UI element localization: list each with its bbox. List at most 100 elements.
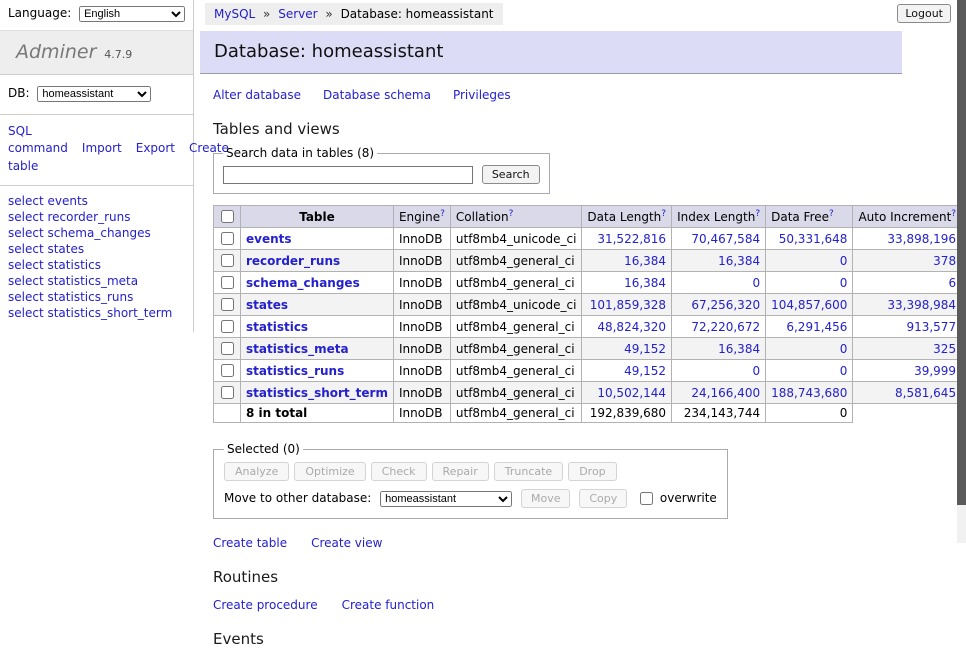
sidebar-menu: SQL commandImportExportCreate table xyxy=(0,115,193,186)
row-checkbox[interactable] xyxy=(221,386,234,399)
data-length-cell: 49,152 xyxy=(582,338,672,360)
help-link[interactable]: ? xyxy=(509,209,514,219)
data-free-cell: 0 xyxy=(766,338,853,360)
move-button[interactable]: Move xyxy=(521,489,571,508)
sidebar-select-table-link[interactable]: select statistics_short_term xyxy=(8,306,185,322)
column-header: Table xyxy=(241,206,394,228)
app-logo[interactable]: Adminer xyxy=(16,41,96,63)
row-checkbox[interactable] xyxy=(221,254,234,267)
engine-cell: InnoDB xyxy=(393,316,450,338)
search-button[interactable]: Search xyxy=(482,165,540,184)
analyze-button[interactable]: Analyze xyxy=(224,462,289,481)
database-action-link[interactable]: Alter database xyxy=(213,88,301,102)
column-header: Engine? xyxy=(393,206,450,228)
select-all-checkbox[interactable] xyxy=(221,210,234,223)
database-action-link[interactable]: Database schema xyxy=(323,88,431,102)
table-name-link[interactable]: statistics_runs xyxy=(246,364,344,378)
sidebar-select-table-link[interactable]: select statistics_runs xyxy=(8,290,185,306)
row-checkbox[interactable] xyxy=(221,298,234,311)
drop-button[interactable]: Drop xyxy=(568,462,616,481)
routine-link[interactable]: Create function xyxy=(342,598,435,612)
table-name-link[interactable]: statistics xyxy=(246,320,308,334)
total-data-free-cell: 0 xyxy=(766,404,853,423)
auto-increment-cell: 8,581,645 xyxy=(853,382,962,404)
db-select[interactable]: homeassistant xyxy=(37,86,151,102)
overwrite-checkbox[interactable] xyxy=(640,492,653,505)
repair-button[interactable]: Repair xyxy=(432,462,489,481)
data-free-cell: 0 xyxy=(766,272,853,294)
help-link[interactable]: ? xyxy=(951,209,956,219)
optimize-button[interactable]: Optimize xyxy=(294,462,365,481)
routine-links: Create procedure Create function xyxy=(213,598,902,612)
routine-link[interactable]: Create procedure xyxy=(213,598,318,612)
help-link[interactable]: ? xyxy=(755,209,760,219)
logout-button[interactable]: Logout xyxy=(897,4,951,23)
data-free-cell: 104,857,600 xyxy=(766,294,853,316)
check-button[interactable]: Check xyxy=(371,462,427,481)
scrollbar-thumb[interactable] xyxy=(957,0,966,505)
data-length-cell: 16,384 xyxy=(582,250,672,272)
help-link[interactable]: ? xyxy=(440,209,445,219)
database-action-link[interactable]: Privileges xyxy=(453,88,511,102)
search-input[interactable] xyxy=(223,166,473,184)
table-name-link[interactable]: statistics_short_term xyxy=(246,386,388,400)
help-link[interactable]: ? xyxy=(829,209,834,219)
language-select[interactable]: English xyxy=(79,6,185,22)
table-name-link[interactable]: events xyxy=(246,232,292,246)
total-label-cell: 8 in total xyxy=(241,404,394,423)
table-name-link[interactable]: schema_changes xyxy=(246,276,360,290)
row-checkbox[interactable] xyxy=(221,364,234,377)
table-name-cell: statistics_runs xyxy=(241,360,394,382)
breadcrumb-mysql-link[interactable]: MySQL xyxy=(214,7,255,21)
sidebar-menu-link[interactable]: SQL command xyxy=(8,124,68,155)
sidebar-menu-link[interactable]: Export xyxy=(136,141,175,155)
breadcrumb: MySQL » Server » Database: homeassistant xyxy=(205,3,503,25)
engine-cell: InnoDB xyxy=(393,228,450,250)
table-row: statistics_runsInnoDButf8mb4_general_ci4… xyxy=(214,360,966,382)
table-name-cell: recorder_runs xyxy=(241,250,394,272)
data-length-cell: 101,859,328 xyxy=(582,294,672,316)
copy-button[interactable]: Copy xyxy=(579,489,627,508)
search-legend: Search data in tables (8) xyxy=(223,146,377,160)
auto-increment-cell: 6 xyxy=(853,272,962,294)
move-database-select[interactable]: homeassistant xyxy=(380,491,512,507)
row-checkbox[interactable] xyxy=(221,342,234,355)
table-name-cell: events xyxy=(241,228,394,250)
table-name-link[interactable]: recorder_runs xyxy=(246,254,340,268)
vertical-scrollbar[interactable] xyxy=(957,0,966,543)
sidebar-select-table-link[interactable]: select statistics_meta xyxy=(8,274,185,290)
engine-cell: InnoDB xyxy=(393,294,450,316)
row-checkbox[interactable] xyxy=(221,232,234,245)
table-row: statistics InnoDButf8mb4_general_ci48,824… xyxy=(214,316,966,338)
collation-cell: utf8mb4_general_ci xyxy=(450,316,582,338)
sidebar-select-table-link[interactable]: select schema_changes xyxy=(8,226,185,242)
create-link[interactable]: Create view xyxy=(311,536,382,550)
spacer-cell xyxy=(853,404,962,423)
engine-cell: InnoDB xyxy=(393,338,450,360)
truncate-button[interactable]: Truncate xyxy=(494,462,563,481)
index-length-cell: 70,467,584 xyxy=(672,228,766,250)
create-link[interactable]: Create table xyxy=(213,536,287,550)
sidebar: Language: English Adminer 4.7.9 DB: home… xyxy=(0,0,194,332)
index-length-cell: 67,256,320 xyxy=(672,294,766,316)
sidebar-select-table-link[interactable]: select states xyxy=(8,242,185,258)
sidebar-select-table-link[interactable]: select statistics xyxy=(8,258,185,274)
sidebar-select-table-link[interactable]: select recorder_runs xyxy=(8,210,185,226)
help-link[interactable]: ? xyxy=(661,209,666,219)
search-fieldset: Search data in tables (8) Search xyxy=(213,146,550,194)
total-index-length-cell: 234,143,744 xyxy=(672,404,766,423)
row-checkbox[interactable] xyxy=(221,320,234,333)
row-checkbox[interactable] xyxy=(221,276,234,289)
sidebar-menu-link[interactable]: Import xyxy=(82,141,122,155)
auto-increment-cell: 33,898,196 xyxy=(853,228,962,250)
data-length-cell: 16,384 xyxy=(582,272,672,294)
breadcrumb-current: Database: homeassistant xyxy=(341,7,494,21)
data-length-cell: 48,824,320 xyxy=(582,316,672,338)
auto-increment-cell: 39,999 xyxy=(853,360,962,382)
tables-heading: Tables and views xyxy=(213,120,902,138)
sidebar-select-table-link[interactable]: select events xyxy=(8,194,185,210)
move-label: Move to other database: xyxy=(224,491,371,505)
table-name-link[interactable]: states xyxy=(246,298,288,312)
breadcrumb-server-link[interactable]: Server xyxy=(278,7,317,21)
table-name-link[interactable]: statistics_meta xyxy=(246,342,349,356)
